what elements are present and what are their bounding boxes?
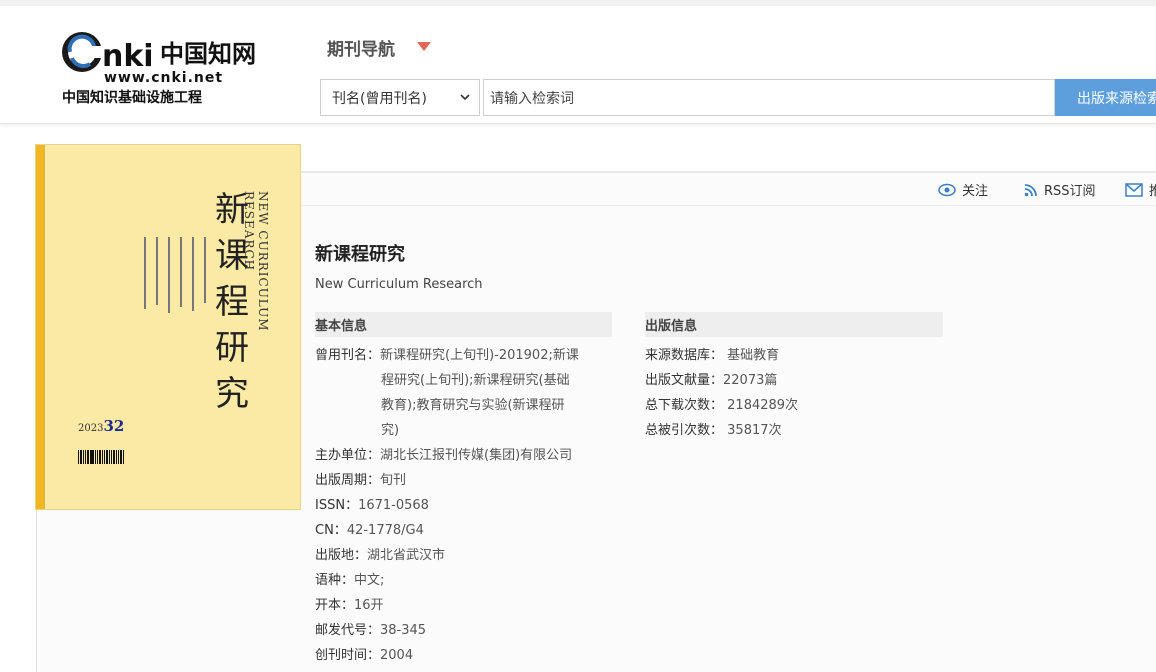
publication-info-heading: 出版信息 xyxy=(645,312,943,337)
cnki-logo[interactable]: nki 中国知网 www.cnki.net 中国知识基础设施工程 xyxy=(60,26,265,108)
former-names-line: 教育);教育研究与实验(新课程研 xyxy=(381,398,565,413)
journal-title: 新课程研究 xyxy=(315,244,405,265)
cover-title-char: 究 xyxy=(215,374,249,414)
field-label: 创刊时间： xyxy=(315,648,381,663)
former-names-line: 新课程研究(上旬刊)-201902;新课 xyxy=(380,348,579,363)
cover-spine-edge xyxy=(44,145,45,509)
field-label: 语种： xyxy=(315,573,355,588)
field-label: 出版周期： xyxy=(315,473,381,488)
field-value: 湖北省武汉市 xyxy=(367,548,446,563)
field-value: 湖北长江报刊传媒(集团)有限公司 xyxy=(380,448,573,463)
basic-info-heading: 基本信息 xyxy=(315,312,612,337)
search-button[interactable]: 出版来源检索 xyxy=(1055,79,1156,116)
rss-button[interactable]: RSS订阅 xyxy=(1024,180,1096,199)
field-label: 总下载次数： xyxy=(645,398,724,413)
former-names-line: 究) xyxy=(381,423,400,438)
email-label: 推荐 xyxy=(1149,184,1156,199)
email-recommend-button[interactable]: 推荐 xyxy=(1125,180,1156,199)
source-database-field: 来源数据库： 基础教育 xyxy=(645,343,779,368)
follow-button[interactable]: 关注 xyxy=(938,180,988,199)
field-label: 出版地： xyxy=(315,548,368,563)
field-label: ISSN： xyxy=(315,498,359,513)
search-input[interactable]: 请输入检索词 xyxy=(483,79,1055,116)
former-names-field: 曾用刊名：新课程研究(上旬刊)-201902;新课 程研究(上旬刊);新课程研究… xyxy=(315,343,595,443)
field-value: 2184289次 xyxy=(727,398,799,413)
field-label: 邮发代号： xyxy=(315,623,381,638)
cover-title-char: 研 xyxy=(215,328,249,368)
cover-title-char: 程 xyxy=(215,282,249,322)
cnki-logo-graphic: nki 中国知网 www.cnki.net 中国知识基础设施工程 xyxy=(62,32,256,106)
field-label: CN： xyxy=(315,523,347,538)
nav-dropdown-caret-icon[interactable] xyxy=(417,42,431,51)
field-value: 42-1778/G4 xyxy=(346,523,424,538)
field-value: 35817次 xyxy=(727,423,782,438)
site-header: nki 中国知网 www.cnki.net 中国知识基础设施工程 期刊导航 刊名… xyxy=(0,0,1156,124)
sponsor-field: 主办单位：湖北长江报刊传媒(集团)有限公司 xyxy=(315,443,572,468)
format-field: 开本：16开 xyxy=(315,593,384,618)
journal-cover-image: 新 课 程 研 究 NEW CURRICULUM RESEARCH 202332 xyxy=(35,144,301,510)
download-count-field: 总下载次数： 2184289次 xyxy=(645,393,798,418)
mail-icon xyxy=(1125,182,1143,197)
cn-field: CN：42-1778/G4 xyxy=(315,518,424,543)
founded-field: 创刊时间：2004 xyxy=(315,643,413,668)
field-value: 基础教育 xyxy=(727,348,780,363)
field-label: 开本： xyxy=(315,598,355,613)
field-label: 主办单位： xyxy=(315,448,381,463)
eye-icon xyxy=(938,183,956,196)
former-names-line: 程研究(上旬刊);新课程研究(基础 xyxy=(381,373,570,388)
language-field: 语种：中文; xyxy=(315,568,384,593)
search-select-value: 刊名(曾用刊名) xyxy=(332,90,427,107)
field-label: 出版文献量： xyxy=(645,373,724,388)
svg-text:www.cnki.net: www.cnki.net xyxy=(104,70,223,86)
field-value: 38-345 xyxy=(380,623,427,638)
publication-count-field: 出版文献量：22073篇 xyxy=(645,368,777,393)
cover-spine xyxy=(36,145,44,509)
field-value: 16开 xyxy=(354,598,384,613)
field-value: 22073篇 xyxy=(723,373,778,388)
cover-issue: 32 xyxy=(103,417,125,435)
journal-nav-title[interactable]: 期刊导航 xyxy=(327,35,395,60)
chevron-down-icon xyxy=(460,94,470,101)
issn-field: ISSN：1671-0568 xyxy=(315,493,429,518)
rss-icon xyxy=(1024,183,1037,196)
former-names-label: 曾用刊名： xyxy=(315,348,381,363)
frequency-field: 出版周期：旬刊 xyxy=(315,468,406,493)
cover-text-columns xyxy=(140,237,210,317)
rss-label: RSS订阅 xyxy=(1044,184,1096,199)
cover-english-title: NEW CURRICULUM RESEARCH xyxy=(242,191,270,332)
logo-chinese: 中国知网 xyxy=(160,39,256,68)
cover-year: 2023 xyxy=(78,423,104,434)
field-value: 旬刊 xyxy=(380,473,407,488)
field-label: 来源数据库： xyxy=(645,348,724,363)
field-label: 总被引次数： xyxy=(645,423,724,438)
cover-barcode xyxy=(78,450,125,464)
field-value: 2004 xyxy=(380,648,414,663)
journal-toolbar: 关注 RSS订阅 推荐 xyxy=(300,172,1156,206)
location-field: 出版地：湖北省武汉市 xyxy=(315,543,445,568)
postal-code-field: 邮发代号：38-345 xyxy=(315,618,426,643)
cover-issue-number: 202332 xyxy=(78,417,124,435)
field-value: 中文; xyxy=(354,573,385,588)
search-field-select[interactable]: 刊名(曾用刊名) xyxy=(320,79,480,116)
citation-count-field: 总被引次数： 35817次 xyxy=(645,418,782,443)
follow-label: 关注 xyxy=(962,184,989,199)
journal-english-title: New Curriculum Research xyxy=(315,277,483,292)
field-value: 1671-0568 xyxy=(358,498,429,513)
svg-text:nki: nki xyxy=(102,39,154,74)
svg-text:中国知识基础设施工程: 中国知识基础设施工程 xyxy=(62,89,202,106)
